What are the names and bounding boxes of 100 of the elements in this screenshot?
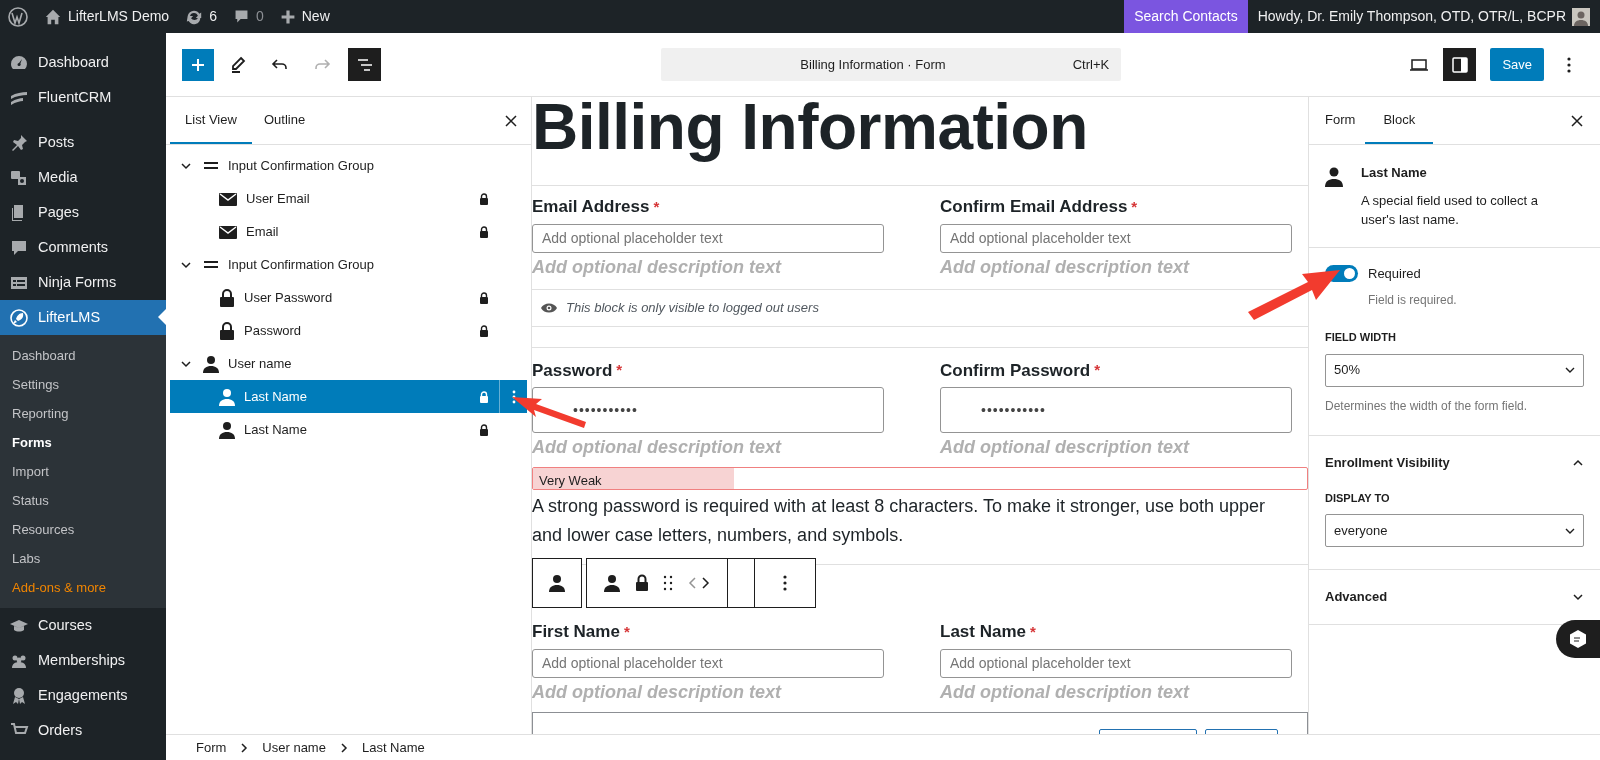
padlock-icon [479, 390, 489, 403]
plus-icon [190, 56, 206, 73]
comments-count[interactable]: 0 [224, 0, 272, 33]
visibility-notice: This block is only visible to logged out users [532, 288, 1308, 327]
panel-header[interactable]: Advanced [1325, 570, 1584, 624]
new-content-link[interactable]: New [271, 0, 338, 33]
kebab-icon [783, 575, 787, 591]
sidebar-item[interactable]: Orders [0, 713, 166, 748]
panel-tab[interactable]: Form [1315, 97, 1366, 144]
submenu-item[interactable]: Status [0, 486, 166, 515]
sidebar-item[interactable]: Media [0, 160, 166, 195]
list-view-item[interactable]: Last Name [170, 380, 527, 413]
block-type-button[interactable] [532, 558, 582, 608]
command-bar[interactable]: Billing Information · Form Ctrl+K [661, 48, 1122, 81]
person-icon [548, 574, 566, 592]
person-icon [1325, 167, 1343, 187]
eye-icon [540, 301, 558, 314]
list-view-item[interactable]: User Password [170, 281, 527, 314]
required-asterisk: * [653, 196, 660, 217]
panel-tab[interactable]: Block [1365, 97, 1434, 144]
help-chat-button[interactable] [1556, 620, 1600, 658]
input-field[interactable]: Add optional placeholder text [940, 223, 1292, 253]
person-icon [218, 387, 236, 406]
document-overview-button[interactable] [348, 48, 381, 81]
required-asterisk: * [623, 621, 630, 642]
field-label: Last Name [940, 621, 1026, 643]
hexagon-icon [1569, 629, 1587, 649]
field-label: Confirm Email Address [940, 196, 1128, 218]
input-field[interactable]: Add optional placeholder text [532, 648, 884, 678]
wordpress-logo-icon[interactable] [8, 6, 28, 27]
settings-toggle-button[interactable] [1443, 48, 1477, 81]
updates-count[interactable]: 6 [177, 0, 225, 33]
input-field[interactable]: Add optional placeholder text [532, 223, 884, 253]
submenu-item[interactable]: Forms [0, 428, 166, 457]
close-icon [1570, 113, 1584, 128]
field-description: Add optional description text [940, 436, 1191, 459]
submenu-item[interactable]: Import [0, 457, 166, 486]
block-description: A special field used to collect a user's last name. [1361, 191, 1540, 229]
breadcrumb-link[interactable]: Last Name [359, 737, 427, 758]
person-icon [603, 574, 621, 592]
field-description: Add optional description text [532, 436, 783, 459]
list-view-item[interactable]: Email [170, 215, 527, 248]
sidebar-item[interactable]: Courses [0, 608, 166, 643]
breadcrumb-link[interactable]: User name [260, 737, 328, 758]
field-description: Add optional description text [532, 680, 783, 704]
toggle-label: Required [1368, 264, 1421, 283]
panel-tab[interactable]: List View [170, 97, 252, 144]
sidebar-item[interactable]: Memberships [0, 643, 166, 678]
person-icon [218, 420, 236, 439]
list-view-item[interactable]: Input Confirmation Group [170, 248, 527, 281]
input-field[interactable]: ••••••••••• [940, 387, 1292, 433]
submenu-item[interactable]: Reporting [0, 399, 166, 428]
panel-tab[interactable]: Outline [252, 97, 318, 144]
chevron-right-icon [339, 742, 348, 753]
drag-handle-icon[interactable] [663, 575, 673, 591]
list-view-item[interactable]: Password [170, 314, 527, 347]
sidebar-item[interactable]: Comments [0, 230, 166, 265]
input-field[interactable]: Add optional placeholder text [940, 648, 1292, 678]
save-button[interactable]: Save [1490, 48, 1544, 81]
site-name-link[interactable]: LifterLMS Demo [36, 0, 178, 33]
kebab-icon [511, 389, 516, 404]
field-label: Email Address [532, 196, 650, 218]
list-view-item[interactable]: Last Name [170, 413, 527, 446]
submenu-item[interactable]: Add-ons & more [0, 573, 166, 602]
submenu-item[interactable]: Dashboard [0, 341, 166, 370]
sidebar-item[interactable]: Pages [0, 195, 166, 230]
field-label: FIELD WIDTH [1325, 330, 1397, 345]
avatar-icon [1572, 7, 1590, 26]
list-view-item[interactable]: Input Confirmation Group [170, 149, 527, 182]
list-view-item[interactable]: User Email [170, 182, 527, 215]
padlock-icon [479, 192, 489, 205]
add-block-button[interactable] [182, 48, 214, 81]
required-asterisk: * [616, 360, 623, 380]
submenu-item[interactable]: Labs [0, 544, 166, 573]
sidebar-item[interactable]: LifterLMS [0, 300, 166, 335]
padlock-icon [479, 324, 489, 337]
search-contacts-button[interactable]: Search Contacts [1124, 0, 1248, 33]
field-description: Add optional description text [532, 255, 783, 279]
menu-pointer-icon [158, 309, 166, 325]
field-description: Add optional description text [940, 680, 1191, 704]
select-field[interactable]: everyone [1325, 514, 1584, 547]
select-field[interactable]: 50% [1325, 353, 1584, 387]
input-field[interactable]: ••••••••••• [532, 387, 884, 433]
required-asterisk: * [1131, 196, 1138, 217]
sidebar-item[interactable]: Dashboard [0, 45, 166, 80]
plus-icon [279, 8, 296, 25]
person-icon [202, 354, 220, 373]
breadcrumb-link[interactable]: Form [194, 737, 229, 758]
padlock-icon [479, 291, 489, 304]
sidebar-item[interactable]: Posts [0, 125, 166, 160]
sidebar-item[interactable]: FluentCRM [0, 80, 166, 115]
help-text: Field is required. [1368, 292, 1458, 309]
sidebar-item[interactable]: Ninja Forms [0, 265, 166, 300]
sidebar-item[interactable]: Engagements [0, 678, 166, 713]
close-icon [504, 113, 518, 128]
list-view-item[interactable]: User name [170, 347, 527, 380]
submenu-item[interactable]: Resources [0, 515, 166, 544]
panel-header[interactable]: Enrollment Visibility [1325, 435, 1584, 490]
account-menu[interactable]: Howdy, Dr. Emily Thompson, OTD, OTR/L, BCPR [1247, 0, 1600, 33]
submenu-item[interactable]: Settings [0, 370, 166, 399]
